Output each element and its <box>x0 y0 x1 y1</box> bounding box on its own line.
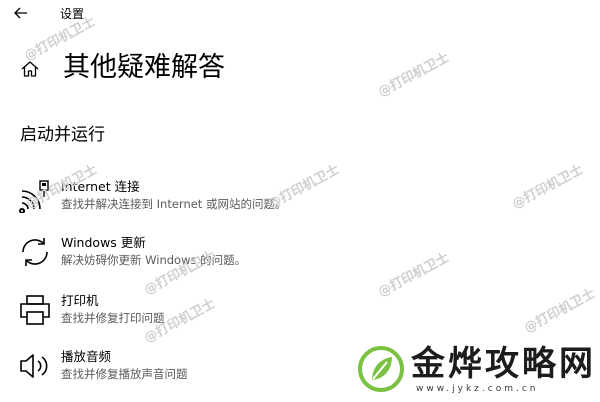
speaker-icon <box>18 349 52 383</box>
back-button[interactable] <box>10 3 32 23</box>
back-arrow-icon <box>14 7 27 19</box>
troubleshooter-name: Windows 更新 <box>61 235 146 250</box>
watermark-text: @打印机卫士 <box>509 162 586 213</box>
printer-icon <box>18 293 52 327</box>
troubleshooter-description: 查找并解决连接到 Internet 或网站的问题。 <box>61 197 287 211</box>
section-title: 启动并运行 <box>20 125 105 145</box>
troubleshooter-printer[interactable]: 打印机 查找并修复打印问题 <box>18 290 438 336</box>
troubleshooter-name: 播放音频 <box>61 349 112 364</box>
watermark-text: @打印机卫士 <box>375 50 452 101</box>
troubleshooter-description: 解决妨碍你更新 Windows 的问题。 <box>61 253 247 267</box>
logo-url: www.jykz.com.cn <box>416 384 539 394</box>
page-title: 其他疑难解答 <box>63 52 225 83</box>
troubleshooter-description: 查找并修复播放声音问题 <box>61 367 188 381</box>
troubleshooter-windows-update[interactable]: Windows 更新 解决妨碍你更新 Windows 的问题。 <box>18 232 438 278</box>
troubleshooter-name: 打印机 <box>61 293 99 308</box>
watermark-text: @打印机卫士 <box>521 286 598 337</box>
logo-text: 金烨攻略网 <box>411 344 596 384</box>
site-logo: 金烨攻略网 www.jykz.com.cn <box>356 344 596 394</box>
leaf-plug-logo-icon <box>358 346 404 392</box>
sync-icon <box>18 235 52 269</box>
